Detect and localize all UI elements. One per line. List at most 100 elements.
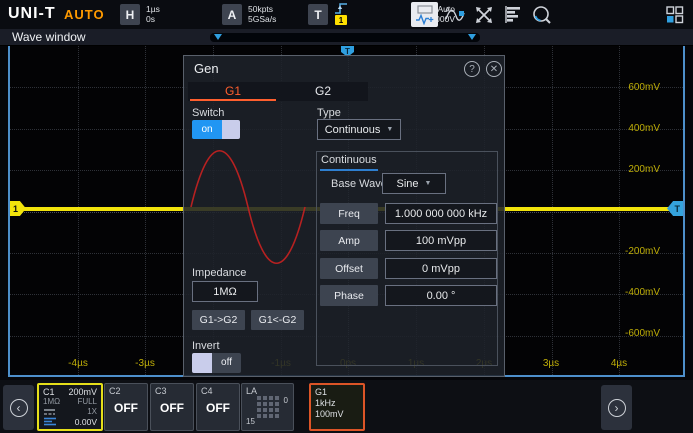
horizontal-readout: 1µs 0s [146,4,160,24]
offset-value-field[interactable]: 0 mVpp [385,258,497,279]
acquire-mode-button[interactable]: AUTO [64,7,105,22]
la-bits-grid-icon [257,396,279,418]
c4-name: C4 [201,386,213,396]
pan-left-marker-icon[interactable] [214,34,222,40]
dc-coupling-icon [43,407,56,417]
trigger-source-badge: 1 [335,15,347,25]
pan-right-marker-icon[interactable] [468,34,476,40]
voltage-label: -600mV [625,328,660,339]
c1-impedance: 1MΩ [43,397,60,407]
channel3-status-box[interactable]: C3 OFF [150,383,194,431]
switch-toggle-track [222,120,240,139]
phase-label-button[interactable]: Phase [320,285,378,306]
chevron-down-icon: ▼ [425,180,432,187]
wave-window-title: Wave window [12,30,86,44]
chevron-down-icon: ▼ [386,126,393,133]
expand-right-button[interactable]: › [601,385,632,430]
c4-status: OFF [197,401,239,415]
impedance-button[interactable]: 1MΩ [192,281,258,302]
channel4-status-box[interactable]: C4 OFF [196,383,240,431]
invert-label: Invert [192,340,220,352]
section-underline [320,169,378,171]
c3-status: OFF [151,401,193,415]
gen-icon[interactable] [411,2,438,27]
amp-label-button[interactable]: Amp [320,230,378,251]
generator-tabs: G1 G2 [188,82,368,101]
wave-window-title-bar: Wave window [0,29,693,46]
phase-value-field[interactable]: 0.00 ° [385,285,497,306]
impedance-label: Impedance [192,267,246,279]
switch-label: Switch [192,107,224,119]
generator1-status-box[interactable]: G1 1kHz 100mV [309,383,365,431]
channel1-marker[interactable]: 1 [10,201,26,216]
brand-logo: UNI-T [8,5,56,23]
horizontal-offset-value: 0s [146,14,160,24]
base-wave-dropdown-value: Sine [397,178,419,190]
time-label: 3µs [529,358,573,369]
acquire-menu-button[interactable]: A [222,4,242,25]
c1-scale: 200mV [68,387,97,397]
c2-status: OFF [105,401,147,415]
channel1-status-box[interactable]: C1 200mV 1MΩ FULL 1X [37,383,103,431]
horizontal-menu-button[interactable]: H [120,4,140,25]
tab-g2[interactable]: G2 [278,82,368,101]
bandwidth-limit-icon [43,417,57,427]
time-label: -4µs [56,358,100,369]
voltage-label: 600mV [628,82,660,93]
collapse-left-button[interactable]: ‹ [3,385,34,430]
base-wave-dropdown[interactable]: Sine ▼ [382,173,446,194]
voltage-label: 400mV [628,123,660,134]
amp-value-field[interactable]: 100 mVpp [385,230,497,251]
memory-depth-value: 50kpts [248,4,276,14]
xy-icon[interactable] [470,2,497,27]
time-label: -3µs [123,358,167,369]
g1-freq: 1kHz [315,398,359,409]
close-icon[interactable]: ✕ [486,61,502,77]
type-dropdown-value: Continuous [325,124,381,136]
channel-status-bar: ‹ C1 200mV 1MΩ FULL [0,380,693,433]
c1-bandwidth: FULL [77,397,97,407]
logic-analyzer-status-box[interactable]: LA 0 15 [241,383,294,431]
section-title: Continuous [321,154,377,166]
copy-g1-to-g2-button[interactable]: G1->G2 [192,310,245,330]
c3-name: C3 [155,386,167,396]
trigger-level-marker[interactable]: T [667,201,683,216]
dialog-title: Gen [194,61,219,76]
oscilloscope-screen: UNI-T AUTO H 1µs 0s A 50kpts 5GSa/s T 1 … [0,0,693,433]
g1-name: G1 [315,387,359,398]
offset-label-button[interactable]: Offset [320,258,378,279]
type-dropdown[interactable]: Continuous ▼ [317,119,401,140]
copy-g2-to-g1-button[interactable]: G1<-G2 [251,310,304,330]
chevron-right-icon: › [608,399,626,417]
base-wave-label: Base Wave [331,178,387,190]
waveform-preview [189,148,311,271]
gen-dialog: Gen ? ✕ G1 G2 Switch on Impedance 1MΩ G1… [183,55,505,377]
invert-toggle-state: off [212,353,241,373]
search-icon[interactable] [528,2,555,27]
sample-rate-value: 5GSa/s [248,14,276,24]
invert-toggle[interactable]: off [192,353,241,373]
la-bit-low: 15 [246,417,255,426]
c2-name: C2 [109,386,121,396]
type-label: Type [317,107,341,119]
measure-icon[interactable]: A [441,2,468,27]
switch-toggle[interactable]: on [192,120,240,139]
invert-toggle-track [192,353,212,373]
histogram-icon[interactable] [499,2,526,27]
window-layout-icon[interactable] [661,2,688,27]
channel2-status-box[interactable]: C2 OFF [104,383,148,431]
horizontal-position-bar[interactable] [210,33,480,42]
trigger-menu-button[interactable]: T [308,4,328,25]
time-label: 4µs [597,358,641,369]
freq-label-button[interactable]: Freq [320,203,378,224]
chevron-left-icon: ‹ [10,399,28,417]
acquire-readout: 50kpts 5GSa/s [248,4,276,24]
c1-offset: 0.00V [75,417,97,427]
la-bit-high: 0 [284,396,288,405]
tab-g1[interactable]: G1 [188,82,278,101]
g1-amp: 100mV [315,409,359,420]
help-icon[interactable]: ? [464,61,480,77]
freq-value-field[interactable]: 1.000 000 000 kHz [385,203,497,224]
voltage-label: -400mV [625,287,660,298]
switch-toggle-state: on [192,120,222,139]
